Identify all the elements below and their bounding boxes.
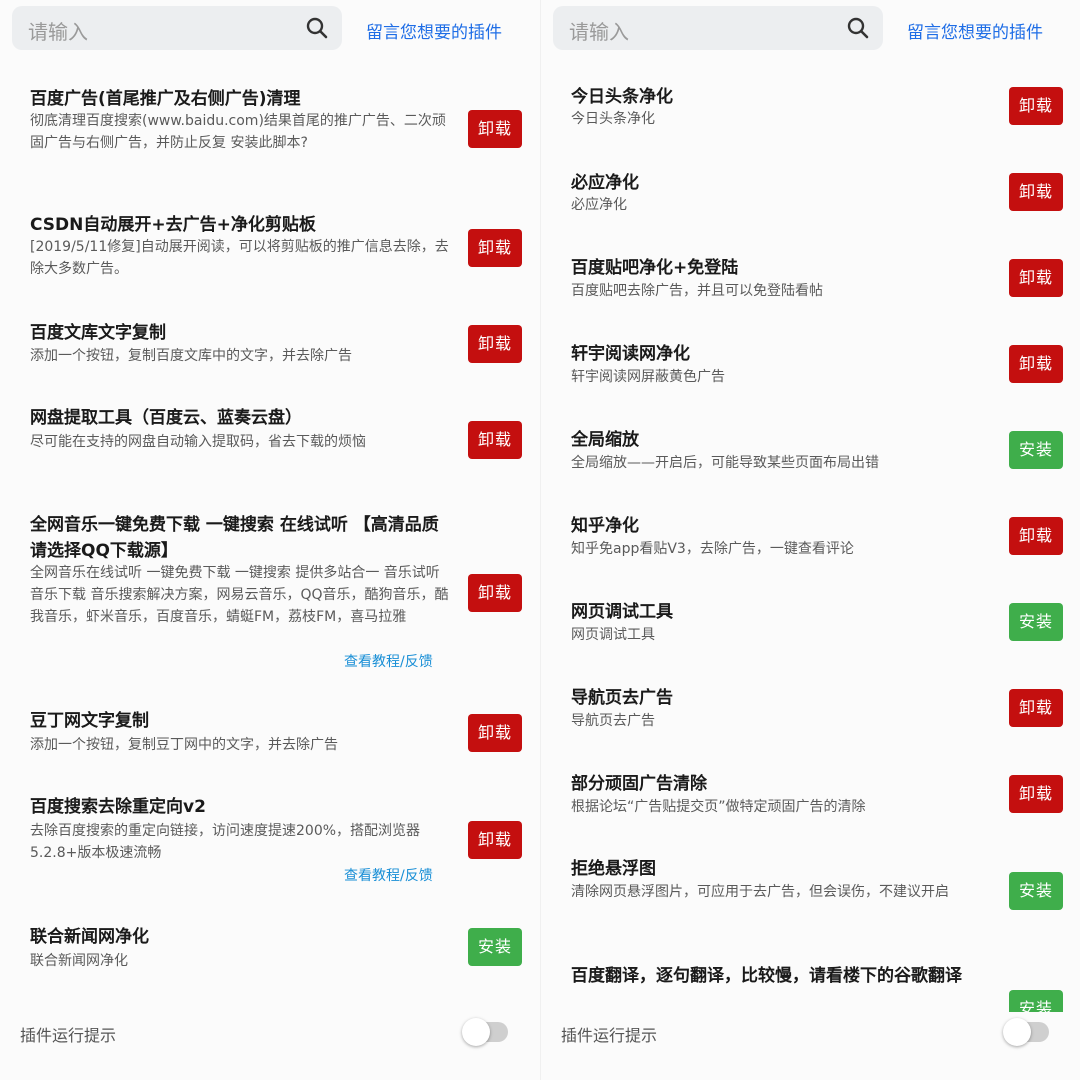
plugin-title: 百度搜索去除重定向v2 — [30, 797, 206, 817]
plugin-list-panel-right: 请输入 留言您想要的插件 今日头条净化 今日头条净化 卸载 必应净化 必应净化 … — [540, 0, 1080, 1080]
plugin-description: 添加一个按钮，复制百度文库中的文字，并去除广告 — [30, 348, 352, 364]
plugin-run-hint-label: 插件运行提示 — [20, 1026, 117, 1045]
uninstall-button[interactable]: 卸载 — [468, 421, 522, 459]
search-icon[interactable] — [847, 17, 869, 39]
plugin-description: 网页调试工具 — [571, 627, 655, 643]
uninstall-button[interactable]: 卸载 — [1009, 775, 1063, 813]
plugin-title: 百度文库文字复制 — [30, 323, 166, 343]
top-bar: 请输入 留言您想要的插件 — [541, 0, 1080, 60]
uninstall-button[interactable]: 卸载 — [468, 110, 522, 148]
search-icon[interactable] — [306, 17, 328, 39]
plugin-description: 必应净化 — [571, 197, 627, 213]
tutorial-feedback-link[interactable]: 查看教程/反馈 — [344, 651, 433, 671]
plugin-description: 去除百度搜索的重定向链接，访问速度提速200%，搭配浏览器5.2.8+版本极速流… — [30, 823, 421, 861]
request-plugin-link[interactable]: 留言您想要的插件 — [366, 18, 502, 43]
plugin-title: 轩宇阅读网净化 — [571, 344, 690, 364]
plugin-title: 拒绝悬浮图 — [571, 859, 656, 879]
plugin-description: [2019/5/11修复]自动展开阅读，可以将剪贴板的推广信息去除，去除大多数广… — [30, 239, 449, 277]
plugin-run-hint-toggle[interactable] — [462, 1018, 508, 1046]
plugin-list-panel-left: 请输入 留言您想要的插件 百度广告(首尾推广及右侧广告)清理 彻底清理百度搜索(… — [0, 0, 540, 1080]
plugin-description: 全网音乐在线试听 一键免费下载 一键搜索 提供多站合一 音乐试听 音乐下载 音乐… — [30, 565, 449, 625]
footer-bar: 插件运行提示 — [541, 1012, 1080, 1056]
plugin-title: 部分顽固广告清除 — [571, 774, 707, 794]
uninstall-button[interactable]: 卸载 — [1009, 87, 1063, 125]
uninstall-button[interactable]: 卸载 — [1009, 689, 1063, 727]
plugin-title: 全局缩放 — [571, 430, 639, 450]
uninstall-button[interactable]: 卸载 — [468, 574, 522, 612]
plugin-title: 豆丁网文字复制 — [30, 711, 149, 731]
plugin-manager-screenshot: 请输入 留言您想要的插件 百度广告(首尾推广及右侧广告)清理 彻底清理百度搜索(… — [0, 0, 1080, 1080]
toggle-knob — [462, 1018, 490, 1046]
plugin-title: 百度广告(首尾推广及右侧广告)清理 — [30, 89, 301, 109]
plugin-title: 网盘提取工具（百度云、蓝奏云盘） — [30, 408, 302, 428]
plugin-title: 今日头条净化 — [571, 87, 673, 107]
install-button[interactable]: 安装 — [1009, 603, 1063, 641]
plugin-title: 网页调试工具 — [571, 602, 673, 622]
plugin-title: CSDN自动展开+去广告+净化剪贴板 — [30, 215, 316, 235]
plugin-run-hint-toggle[interactable] — [1003, 1018, 1049, 1046]
uninstall-button[interactable]: 卸载 — [468, 229, 522, 267]
footer-bar: 插件运行提示 — [0, 1012, 540, 1056]
plugin-description: 知乎免app看贴V3，去除广告，一键查看评论 — [571, 541, 854, 557]
plugin-description: 导航页去广告 — [571, 713, 655, 729]
plugin-description: 尽可能在支持的网盘自动输入提取码，省去下载的烦恼 — [30, 434, 366, 450]
install-button[interactable]: 安装 — [1009, 872, 1063, 910]
plugin-description: 清除网页悬浮图片，可应用于去广告，但会误伤，不建议开启 — [571, 884, 949, 900]
uninstall-button[interactable]: 卸载 — [1009, 259, 1063, 297]
plugin-title: 全网音乐一键免费下载 一键搜索 在线试听 【高清品质请选择QQ下载源】 — [30, 515, 439, 561]
plugin-description: 彻底清理百度搜索(www.baidu.com)结果首尾的推广广告、二次顽固广告与… — [30, 113, 446, 151]
plugin-description: 轩宇阅读网屏蔽黄色广告 — [571, 369, 725, 385]
plugin-title: 导航页去广告 — [571, 688, 673, 708]
plugin-description: 联合新闻网净化 — [30, 953, 128, 969]
plugin-title: 联合新闻网净化 — [30, 927, 149, 947]
plugin-title: 百度贴吧净化+免登陆 — [571, 258, 739, 278]
search-placeholder: 请输入 — [569, 20, 629, 44]
install-button[interactable]: 安装 — [1009, 431, 1063, 469]
plugin-title: 百度翻译，逐句翻译，比较慢，请看楼下的谷歌翻译 — [571, 966, 962, 986]
plugin-description: 根据论坛“广告贴提交页”做特定顽固广告的清除 — [571, 799, 866, 815]
search-input[interactable]: 请输入 — [12, 6, 342, 50]
search-placeholder: 请输入 — [28, 20, 88, 44]
uninstall-button[interactable]: 卸载 — [1009, 173, 1063, 211]
plugin-description: 百度贴吧去除广告，并且可以免登陆看帖 — [571, 283, 823, 299]
search-input[interactable]: 请输入 — [553, 6, 883, 50]
install-button[interactable]: 安装 — [468, 928, 522, 966]
plugin-run-hint-label: 插件运行提示 — [561, 1026, 658, 1045]
plugin-title: 必应净化 — [571, 173, 639, 193]
uninstall-button[interactable]: 卸载 — [468, 821, 522, 859]
tutorial-feedback-link[interactable]: 查看教程/反馈 — [344, 865, 433, 885]
top-bar: 请输入 留言您想要的插件 — [0, 0, 540, 60]
plugin-description: 添加一个按钮，复制豆丁网中的文字，并去除广告 — [30, 737, 338, 753]
uninstall-button[interactable]: 卸载 — [1009, 345, 1063, 383]
uninstall-button[interactable]: 卸载 — [468, 714, 522, 752]
plugin-description: 今日头条净化 — [571, 111, 655, 127]
uninstall-button[interactable]: 卸载 — [468, 325, 522, 363]
toggle-knob — [1003, 1018, 1031, 1046]
uninstall-button[interactable]: 卸载 — [1009, 517, 1063, 555]
plugin-description: 全局缩放——开启后，可能导致某些页面布局出错 — [571, 455, 879, 471]
plugin-title: 知乎净化 — [571, 516, 639, 536]
request-plugin-link[interactable]: 留言您想要的插件 — [907, 18, 1043, 43]
